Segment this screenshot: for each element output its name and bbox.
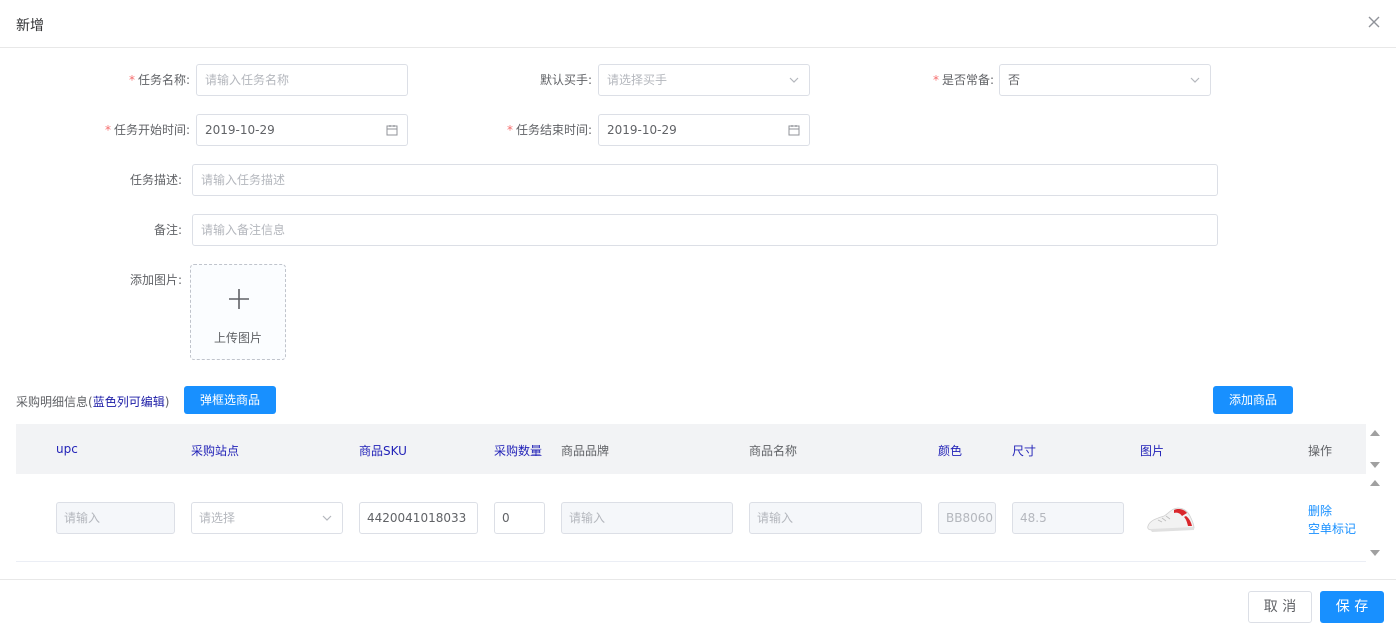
column-header: 商品名称 [749, 444, 798, 458]
remark-input[interactable]: 请输入备注信息 [192, 214, 1218, 246]
popup-select-button[interactable]: 弹框选商品 [184, 386, 276, 414]
scroll-up-icon[interactable] [1370, 480, 1380, 486]
remark-label: 备注: [153, 223, 182, 237]
dialog-footer: 取 消 保 存 [0, 579, 1396, 630]
end-time-picker[interactable]: 2019-10-29 [598, 114, 810, 146]
calendar-icon [386, 125, 398, 136]
add-image-label: 添加图片: [129, 273, 182, 287]
end-time-label: * 任务结束时间: [506, 123, 592, 137]
column-header: 商品SKU [359, 444, 407, 458]
cancel-button[interactable]: 取 消 [1248, 591, 1312, 623]
add-product-button[interactable]: 添加商品 [1213, 386, 1293, 414]
is-regular-label: * 是否常备: [932, 73, 994, 87]
dialog-title: 新增 [16, 18, 44, 34]
add-task-dialog: 新增 * 任务名称: 请输入任务名称 默认买手: 请选择买手 * 是否常备: 否 *… [0, 0, 1396, 630]
dialog-header: 新增 [0, 0, 1396, 48]
table-row: 请输入 请选择 4420041018033 0 请输入 请输入 BB8060 4… [16, 474, 1366, 562]
is-regular-select[interactable]: 否 [999, 64, 1211, 96]
empty-mark-link[interactable]: 空单标记 [1308, 520, 1356, 537]
save-button[interactable]: 保 存 [1320, 591, 1384, 623]
column-header: 操作 [1308, 444, 1333, 458]
required-mark: * [506, 123, 513, 137]
required-mark: * [104, 123, 111, 137]
chevron-down-icon [789, 77, 799, 83]
delete-link[interactable]: 删除 [1308, 502, 1332, 519]
sku-input[interactable]: 4420041018033 [359, 502, 478, 534]
task-name-input[interactable]: 请输入任务名称 [196, 64, 408, 96]
column-header: 采购数量 [494, 444, 543, 458]
chevron-down-icon [1190, 77, 1200, 83]
description-input[interactable]: 请输入任务描述 [192, 164, 1218, 196]
required-mark: * [128, 73, 135, 87]
scroll-up-icon[interactable] [1370, 430, 1380, 436]
column-header: 尺寸 [1012, 444, 1037, 458]
required-mark: * [932, 73, 939, 87]
column-header: 采购站点 [191, 444, 240, 458]
scroll-down-icon[interactable] [1370, 550, 1380, 556]
default-buyer-select[interactable]: 请选择买手 [598, 64, 810, 96]
description-label: 任务描述: [129, 173, 182, 187]
column-header: upc [56, 442, 78, 456]
column-header: 颜色 [938, 444, 963, 458]
size-input[interactable]: 48.5 [1012, 502, 1124, 534]
purchase-section-title: 采购明细信息(蓝色列可编辑) [16, 395, 170, 409]
product-name-input[interactable]: 请输入 [749, 502, 922, 534]
purchase-table-header: upc 采购站点 商品SKU 采购数量 商品品牌 商品名称 颜色 尺寸 图片 操… [16, 424, 1366, 474]
scroll-down-icon[interactable] [1370, 462, 1380, 468]
image-upload[interactable]: 上传图片 [190, 264, 286, 360]
sneaker-image[interactable] [1144, 502, 1198, 536]
plus-icon [229, 289, 249, 309]
brand-input[interactable]: 请输入 [561, 502, 733, 534]
column-header: 商品品牌 [561, 444, 610, 458]
upload-text: 上传图片 [213, 331, 262, 345]
body-scrollbar[interactable] [1366, 474, 1384, 562]
calendar-icon [788, 125, 800, 136]
column-header: 图片 [1140, 444, 1165, 458]
header-scrollbar[interactable] [1366, 424, 1384, 474]
chevron-down-icon [322, 515, 332, 521]
task-name-label: * 任务名称: [128, 73, 190, 87]
quantity-input[interactable]: 0 [494, 502, 545, 534]
color-input[interactable]: BB8060 [938, 502, 996, 534]
close-icon[interactable] [1366, 14, 1382, 30]
site-select[interactable]: 请选择 [191, 502, 343, 534]
default-buyer-label: 默认买手: [539, 73, 592, 87]
upc-input[interactable]: 请输入 [56, 502, 175, 534]
start-time-picker[interactable]: 2019-10-29 [196, 114, 408, 146]
start-time-label: * 任务开始时间: [104, 123, 190, 137]
